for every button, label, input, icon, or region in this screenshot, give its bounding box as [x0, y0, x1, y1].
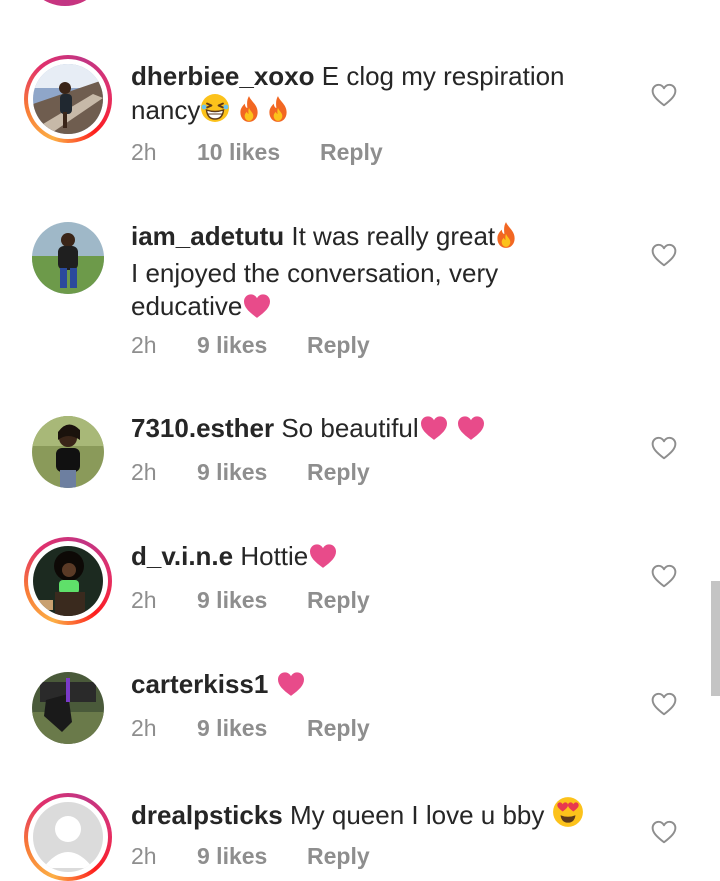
username[interactable]: iam_adetutu	[131, 221, 284, 251]
fire-icon	[495, 221, 517, 257]
like-heart-icon[interactable]	[651, 564, 677, 588]
comment-meta: 2h 9 likes Reply	[131, 713, 370, 743]
scrollbar-thumb[interactable]	[711, 581, 720, 696]
like-heart-icon[interactable]	[651, 243, 677, 267]
likes-count[interactable]: 9 likes	[197, 585, 307, 615]
username[interactable]: carterkiss1	[131, 669, 268, 699]
comment-text: My queen I love u bby	[289, 800, 545, 830]
likes-count[interactable]: 9 likes	[197, 713, 307, 743]
avatar[interactable]	[32, 222, 104, 294]
pink-heart-icon	[419, 415, 449, 449]
comment-meta: 2h 10 likes Reply	[131, 137, 383, 167]
comment-time: 2h	[131, 843, 157, 869]
comment-time: 2h	[131, 715, 157, 741]
comment-text: I enjoyed the conversation, very	[131, 258, 499, 288]
avatar[interactable]	[24, 537, 112, 625]
likes-count[interactable]: 10 likes	[197, 137, 320, 167]
comment-meta: 2h 9 likes Reply	[131, 330, 370, 360]
fire-icon	[267, 95, 289, 131]
comment-meta: 2h 9 likes Reply	[131, 841, 370, 871]
avatar[interactable]	[24, 55, 112, 143]
pink-heart-icon	[242, 293, 272, 327]
comment-time: 2h	[131, 587, 157, 613]
smiling-face-with-heart-eyes-icon	[552, 796, 584, 836]
comment-time: 2h	[131, 459, 157, 485]
username[interactable]: d_v.i.n.e	[131, 541, 233, 571]
likes-count[interactable]: 9 likes	[197, 330, 307, 360]
reply-button[interactable]: Reply	[307, 585, 370, 615]
comment-text: So beautiful	[281, 413, 419, 443]
comment-text: It was really great	[291, 221, 496, 251]
likes-count[interactable]: 9 likes	[197, 457, 307, 487]
like-heart-icon[interactable]	[651, 436, 677, 460]
reply-button[interactable]: Reply	[307, 713, 370, 743]
username[interactable]: dherbiee_xoxo	[131, 61, 315, 91]
likes-count[interactable]: 9 likes	[197, 841, 307, 871]
avatar[interactable]	[32, 416, 104, 488]
comment-text: educative	[131, 291, 243, 321]
like-heart-icon[interactable]	[651, 83, 677, 107]
comment-meta: 2h 9 likes Reply	[131, 457, 370, 487]
comment-body: drealpsticks My queen I love u bby	[131, 796, 631, 836]
comment-time: 2h	[131, 139, 157, 165]
reply-button[interactable]: Reply	[307, 457, 370, 487]
avatar[interactable]	[24, 793, 112, 881]
comment-body: d_v.i.n.e Hottie	[131, 540, 631, 577]
fire-icon	[238, 95, 260, 131]
pink-heart-icon	[276, 671, 306, 705]
reply-button[interactable]: Reply	[307, 330, 370, 360]
grinning-squinting-face-icon	[200, 93, 230, 131]
username[interactable]: drealpsticks	[131, 800, 283, 830]
comment-body: 7310.esther So beautiful	[131, 412, 631, 449]
comment-text: Hottie	[240, 541, 309, 571]
comment-body: iam_adetutu It was really great I enjoye…	[131, 220, 631, 327]
comment-meta: 2h 9 likes Reply	[131, 585, 370, 615]
username[interactable]: 7310.esther	[131, 413, 274, 443]
reply-button[interactable]: Reply	[320, 137, 383, 167]
comment-body: carterkiss1	[131, 668, 631, 705]
default-avatar-icon	[33, 802, 103, 872]
pink-heart-icon	[456, 415, 486, 449]
like-heart-icon[interactable]	[651, 692, 677, 716]
like-heart-icon[interactable]	[651, 820, 677, 844]
previous-comment-avatar-partial[interactable]	[24, 0, 112, 6]
comment-time: 2h	[131, 332, 157, 358]
pink-heart-icon	[308, 543, 338, 577]
reply-button[interactable]: Reply	[307, 841, 370, 871]
comment-body: dherbiee_xoxo E clog my respiration nanc…	[131, 60, 631, 131]
avatar[interactable]	[32, 672, 104, 744]
